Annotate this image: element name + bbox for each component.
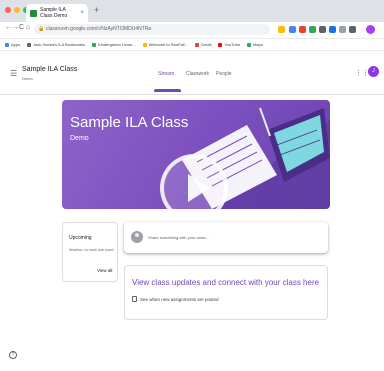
lock-icon: 🔒 [38,26,45,32]
assignment-icon [132,296,137,302]
menu-icon[interactable]: ☰ [10,69,17,78]
tab-classwork[interactable]: Classwork [186,71,209,77]
gmail-icon [194,42,199,47]
view-all-link[interactable]: View all [97,268,112,273]
apps-grid-icon [5,42,9,47]
reload-icon[interactable]: C [19,24,24,31]
avatar[interactable]: J [368,66,379,77]
star-favicon-icon [142,42,147,47]
minimize-window-icon[interactable] [14,7,20,13]
tab-stream[interactable]: Stream [158,71,174,77]
url-input[interactable]: 🔒 classroom.google.com/c/NzAyNTI3MDU4NTR… [34,24,270,35]
info-title: View class updates and connect with your… [132,278,320,287]
tab-people[interactable]: People [216,71,232,77]
class-section: Demo [22,76,33,81]
forward-icon[interactable]: → [12,24,19,31]
extension-icon[interactable] [349,26,356,33]
home-icon[interactable]: ⌂ [26,24,30,31]
info-row-text: See when new assignments are posted [140,296,219,302]
extension-icon[interactable] [299,26,306,33]
active-tab-indicator [154,89,181,92]
tab-close-icon[interactable]: × [80,10,84,16]
close-window-icon[interactable] [5,7,11,13]
upcoming-card: Upcoming Woohoo, no work due soon! View … [62,222,118,282]
bookmark-youtube[interactable]: YouTube [218,42,240,47]
browser-tab-bar: Sample ILA Class Demo × + [0,0,384,22]
extension-icon[interactable] [339,26,346,33]
url-text: classroom.google.com/c/NzAyNTI3MDU4NTRa [46,26,152,32]
extension-icon[interactable] [329,26,336,33]
share-box[interactable]: Share something with your class... [124,222,328,253]
address-bar-row: ← → C ⌂ 🔒 classroom.google.com/c/NzAyNTI… [0,22,384,39]
bookmark-apps[interactable]: Apps [5,42,20,47]
banner-title: Sample ILA Class [70,114,189,131]
banner-subtitle: Demo [70,135,89,142]
back-icon[interactable]: ← [5,24,12,31]
new-tab-button[interactable]: + [94,5,99,15]
share-placeholder: Share something with your class... [148,235,209,240]
star-icon[interactable] [278,26,285,33]
bookmark-gmail[interactable]: Gmail [194,42,211,47]
maps-icon [247,42,252,47]
upcoming-text: Woohoo, no work due soon! [69,248,114,252]
play-icon [188,174,210,202]
folder-icon [27,42,32,47]
user-avatar-icon [131,231,143,243]
help-icon[interactable]: ? [9,351,17,359]
info-row: See when new assignments are posted [132,296,219,302]
classroom-favicon-icon [30,9,37,17]
bookmark-item[interactable]: Kindergarten Learn... [92,42,136,47]
profile-avatar-icon[interactable] [366,25,375,34]
bookmarks-bar: Apps Jack Hanna's ILA Bookmarks Kinderga… [0,39,384,51]
google-apps-icon[interactable]: ⋮⋮ [355,69,369,77]
tab-title: Sample ILA Class Demo [40,7,68,19]
upcoming-title: Upcoming [69,235,92,241]
class-info-card: View class updates and connect with your… [124,265,328,320]
classroom-header: ☰ Sample ILA Class Demo Stream Classwork… [0,52,384,95]
extension-icon[interactable] [319,26,326,33]
extension-icon[interactable] [289,26,296,33]
class-name[interactable]: Sample ILA Class [22,66,77,73]
globe-icon [92,42,97,47]
video-play-button[interactable] [160,154,228,222]
extension-icon[interactable] [309,26,316,33]
bookmark-maps[interactable]: Maps [247,42,263,47]
bookmark-item[interactable]: Jack Hanna's ILA Bookmarks [27,42,85,47]
browser-tab[interactable]: Sample ILA Class Demo × [26,4,88,22]
bookmark-item[interactable]: Welcome to StarFall... [142,42,188,47]
youtube-icon [218,42,223,47]
